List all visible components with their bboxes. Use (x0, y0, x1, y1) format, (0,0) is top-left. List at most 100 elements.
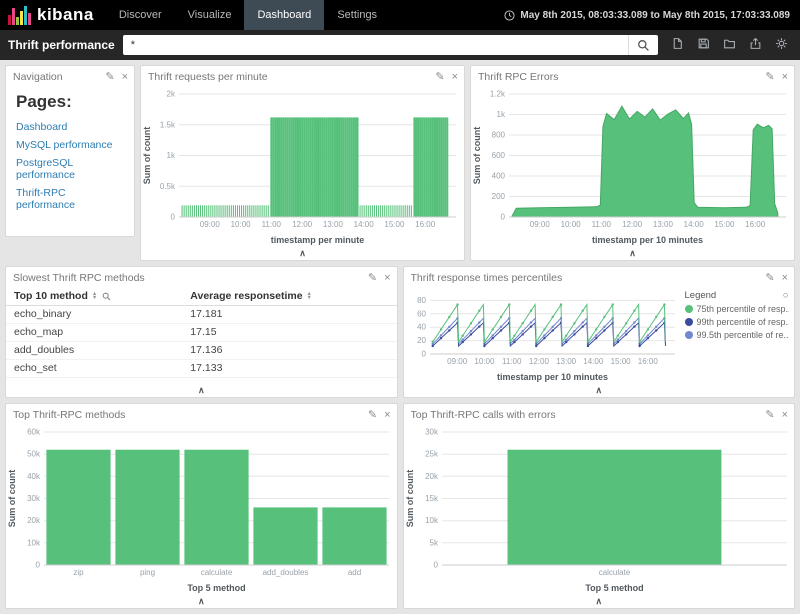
table-row: add_doubles17.136 (6, 342, 397, 360)
new-dashboard-button[interactable] (666, 35, 688, 55)
app-title: kibana (37, 5, 94, 25)
panel-top-errors: Top Thrift-RPC calls with errors ✎ × 05k… (403, 403, 796, 609)
collapse-chevron-icon[interactable]: ∧ (595, 386, 602, 395)
methods-table-container: Top 10 method▲▼Average responsetime▲▼ ec… (6, 287, 397, 383)
svg-text:13:00: 13:00 (556, 357, 577, 366)
collapse-chevron-icon[interactable]: ∧ (198, 597, 205, 606)
close-icon[interactable]: × (384, 273, 390, 284)
filter-icon[interactable] (102, 292, 111, 301)
close-icon[interactable]: × (384, 410, 390, 421)
edit-icon[interactable]: ✎ (105, 72, 114, 83)
edit-icon[interactable]: ✎ (765, 410, 774, 421)
svg-text:50k: 50k (27, 450, 41, 459)
svg-text:11:00: 11:00 (592, 220, 612, 229)
top-navbar: kibana DiscoverVisualizeDashboardSetting… (0, 0, 800, 30)
chart-top-methods[interactable]: 010k20k30k40k50k60kzippingcalculateadd_d… (6, 424, 397, 594)
table-row: echo_set17.133 (6, 360, 397, 378)
svg-text:add_doubles: add_doubles (263, 568, 309, 577)
svg-text:0: 0 (171, 213, 176, 222)
legend-toggle-icon[interactable]: ○ (783, 290, 789, 301)
chart-rpc-errors[interactable]: 02004006008001k1.2k09:0010:0011:0012:001… (471, 86, 794, 246)
svg-text:60k: 60k (27, 428, 41, 437)
edit-icon[interactable]: ✎ (368, 410, 377, 421)
svg-text:Top 5 method: Top 5 method (585, 583, 643, 593)
collapse-chevron-icon[interactable]: ∧ (629, 249, 636, 258)
svg-text:1.5k: 1.5k (160, 120, 176, 129)
svg-text:Sum of count: Sum of count (472, 127, 482, 185)
column-header[interactable]: Top 10 method▲▼ (6, 287, 182, 306)
legend-swatch (685, 331, 693, 339)
clock-icon (504, 10, 515, 21)
tab-settings[interactable]: Settings (324, 0, 390, 30)
svg-text:09:00: 09:00 (200, 220, 221, 229)
load-dashboard-button[interactable] (718, 35, 740, 55)
edit-icon[interactable]: ✎ (765, 72, 774, 83)
panel-top-methods: Top Thrift-RPC methods ✎ × 010k20k30k40k… (5, 403, 398, 609)
close-icon[interactable]: × (782, 410, 788, 421)
tab-visualize[interactable]: Visualize (175, 0, 245, 30)
collapse-chevron-icon[interactable]: ∧ (595, 597, 602, 606)
search-button[interactable] (628, 35, 658, 55)
chart-thrift-requests[interactable]: 00.5k1k1.5k2k09:0010:0011:0012:0013:0014… (141, 86, 464, 246)
query-input[interactable] (123, 35, 628, 55)
collapse-chevron-icon[interactable]: ∧ (299, 249, 306, 258)
svg-text:add: add (348, 568, 361, 577)
svg-text:12:00: 12:00 (292, 220, 313, 229)
close-icon[interactable]: × (782, 72, 788, 83)
time-range-label: May 8th 2015, 08:03:33.089 to May 8th 20… (520, 10, 790, 21)
svg-text:14:00: 14:00 (583, 357, 604, 366)
legend-item-1[interactable]: 99th percentile of resp... (685, 317, 789, 327)
sort-icon[interactable]: ▲▼ (307, 292, 312, 301)
svg-text:13:00: 13:00 (323, 220, 344, 229)
kibana-logo-icon (8, 5, 31, 25)
time-range-picker[interactable]: May 8th 2015, 08:03:33.089 to May 8th 20… (504, 0, 800, 30)
panel-header: Thrift response times percentiles ✎ × (404, 267, 795, 287)
nav-link-postgresql-performance[interactable]: PostgreSQL performance (16, 157, 124, 181)
chart-response-percentiles[interactable]: 02040608009:0010:0011:0012:0013:0014:001… (404, 287, 683, 383)
panel-rpc-errors: Thrift RPC Errors ✎ × 02004006008001k1.2… (470, 65, 795, 261)
column-header[interactable]: Average responsetime▲▼ (182, 287, 396, 306)
share-dashboard-button[interactable] (744, 35, 766, 55)
svg-text:zip: zip (73, 568, 84, 577)
close-icon[interactable]: × (782, 273, 788, 284)
svg-text:0: 0 (433, 561, 438, 570)
edit-icon[interactable]: ✎ (368, 273, 377, 284)
nav-link-dashboard[interactable]: Dashboard (16, 121, 124, 133)
legend-item-2[interactable]: 99.5th percentile of re... (685, 330, 789, 340)
table-cell: add_doubles (6, 342, 182, 360)
sort-icon[interactable]: ▲▼ (92, 292, 97, 301)
legend-title: Legend (685, 290, 717, 301)
kibana-app: kibana DiscoverVisualizeDashboardSetting… (0, 0, 800, 614)
page-links: Dashboard MySQL performance PostgreSQL per… (16, 121, 124, 211)
svg-text:0: 0 (501, 213, 506, 222)
nav-link-mysql-performance[interactable]: MySQL performance (16, 139, 124, 151)
close-icon[interactable]: × (452, 72, 458, 83)
svg-text:60: 60 (417, 309, 426, 318)
edit-icon[interactable]: ✎ (765, 273, 774, 284)
tab-discover[interactable]: Discover (106, 0, 175, 30)
svg-text:15:00: 15:00 (714, 220, 735, 229)
svg-text:calculate: calculate (598, 568, 630, 577)
chart-top-errors[interactable]: 05k10k15k20k25k30kcalculateTop 5 methodS… (404, 424, 795, 594)
navigation-body: Pages: DashboardMySQL performancePostgre… (6, 86, 134, 236)
svg-text:16:00: 16:00 (637, 357, 658, 366)
svg-text:400: 400 (492, 172, 506, 181)
nav-tabs: DiscoverVisualizeDashboardSettings (106, 0, 390, 30)
dashboard-options-button[interactable] (770, 35, 792, 55)
svg-text:20k: 20k (27, 516, 41, 525)
svg-text:timestamp per minute: timestamp per minute (271, 235, 365, 245)
tab-dashboard[interactable]: Dashboard (244, 0, 324, 30)
panel-title: Top Thrift-RPC calls with errors (411, 409, 766, 421)
svg-text:80: 80 (417, 296, 426, 305)
save-dashboard-button[interactable] (692, 35, 714, 55)
svg-text:20k: 20k (425, 472, 439, 481)
table-row: echo_binary17.181 (6, 306, 397, 324)
kibana-logo[interactable]: kibana (0, 0, 106, 30)
save-icon (697, 37, 710, 53)
nav-link-thrift-rpc-performance[interactable]: Thrift-RPC performance (16, 187, 124, 211)
collapse-chevron-icon[interactable]: ∧ (198, 386, 205, 395)
svg-text:0: 0 (36, 561, 41, 570)
edit-icon[interactable]: ✎ (435, 72, 444, 83)
close-icon[interactable]: × (122, 72, 128, 83)
legend-item-0[interactable]: 75th percentile of resp... (685, 304, 789, 314)
